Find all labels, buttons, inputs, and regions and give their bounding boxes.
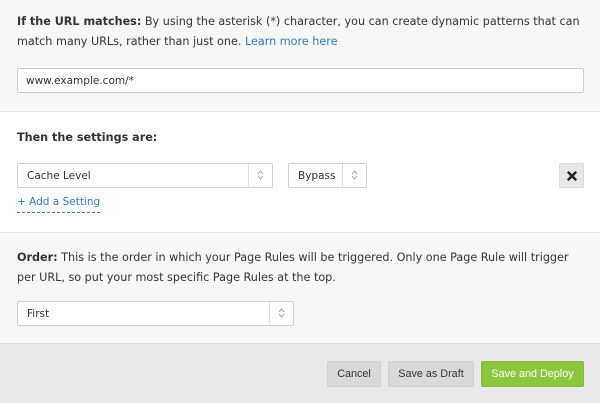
- cancel-button[interactable]: Cancel: [327, 361, 381, 387]
- up-down-arrows-icon: [342, 164, 366, 187]
- url-match-description: If the URL matches: By using the asteris…: [17, 12, 587, 52]
- url-match-section: If the URL matches: By using the asteris…: [0, 0, 600, 112]
- order-section: Order: This is the order in which your P…: [0, 233, 600, 344]
- order-selected-value: First: [27, 308, 50, 320]
- setting-value-select[interactable]: Bypass: [288, 163, 367, 188]
- setting-name-value: Cache Level: [27, 170, 91, 182]
- order-select[interactable]: First: [17, 301, 294, 326]
- settings-heading: Then the settings are:: [17, 131, 158, 144]
- order-text: This is the order in which your Page Rul…: [17, 251, 569, 284]
- url-pattern-input[interactable]: [17, 68, 584, 93]
- save-as-draft-button[interactable]: Save as Draft: [388, 361, 474, 387]
- save-and-deploy-button[interactable]: Save and Deploy: [481, 361, 584, 387]
- up-down-arrows-icon: [269, 302, 293, 325]
- order-label: Order:: [17, 251, 58, 264]
- url-match-label: If the URL matches:: [17, 15, 142, 28]
- learn-more-link[interactable]: Learn more here: [245, 35, 338, 48]
- close-icon: [567, 171, 577, 181]
- order-description: Order: This is the order in which your P…: [17, 248, 587, 288]
- page-rule-editor: If the URL matches: By using the asteris…: [0, 0, 600, 403]
- footer-actions: Cancel Save as Draft Save and Deploy: [0, 344, 600, 403]
- setting-value-value: Bypass: [298, 170, 336, 182]
- setting-name-select[interactable]: Cache Level: [17, 163, 273, 188]
- settings-section: Then the settings are: Cache Level Bypas…: [0, 112, 600, 233]
- add-setting-link[interactable]: + Add a Setting: [17, 196, 101, 213]
- remove-setting-button[interactable]: [559, 163, 584, 188]
- up-down-arrows-icon: [248, 164, 272, 187]
